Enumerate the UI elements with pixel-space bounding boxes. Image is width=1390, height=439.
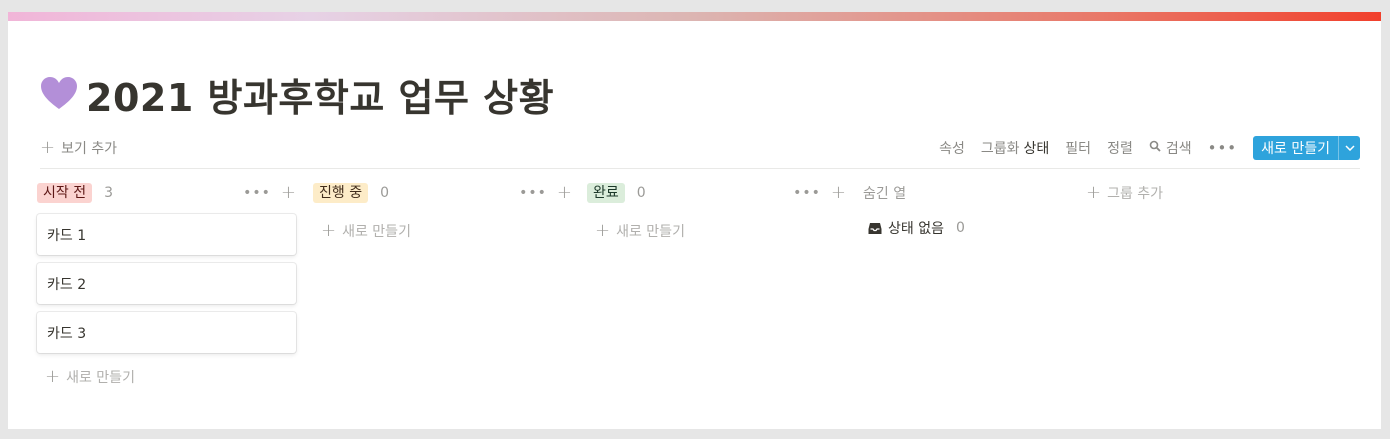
new-card-label: 새로 만들기 bbox=[616, 224, 685, 240]
chevron-down-icon[interactable] bbox=[1338, 136, 1360, 160]
new-card-button[interactable]: + 새로 만들기 bbox=[587, 217, 846, 245]
board-column-in-progress: 진행 중 0 ••• + + 새로 만들기 bbox=[313, 180, 572, 245]
group-by-value: 상태 bbox=[1023, 141, 1050, 157]
add-group-label: 그룹 추가 bbox=[1107, 186, 1164, 202]
new-button-group: 새로 만들기 bbox=[1253, 136, 1360, 160]
plus-icon: + bbox=[595, 220, 611, 241]
search-icon bbox=[1149, 140, 1161, 156]
column-more-icon[interactable]: ••• bbox=[519, 185, 547, 201]
new-card-button[interactable]: + 새로 만들기 bbox=[37, 363, 296, 391]
new-card-label: 새로 만들기 bbox=[66, 370, 135, 386]
column-count: 3 bbox=[104, 185, 114, 201]
board-column-not-started: 시작 전 3 ••• + 카드 1 카드 2 카드 3 + 새로 만들기 bbox=[37, 180, 296, 391]
hidden-columns-section: 숨긴 열 상태 없음 0 bbox=[863, 180, 1083, 238]
purple-heart-icon[interactable] bbox=[40, 76, 78, 112]
column-more-icon[interactable]: ••• bbox=[793, 185, 821, 201]
status-tag[interactable]: 시작 전 bbox=[37, 183, 93, 203]
column-header: 완료 0 ••• + bbox=[587, 180, 846, 206]
cover-banner bbox=[8, 12, 1381, 21]
column-add-icon[interactable]: + bbox=[831, 184, 846, 202]
new-button[interactable]: 새로 만들기 bbox=[1253, 136, 1338, 160]
hidden-columns-title: 숨긴 열 bbox=[863, 186, 907, 202]
view-toolbar: + 보기 추가 속성 그룹화 상태 필터 정렬 검색 ••• 새로 만들기 bbox=[40, 134, 1360, 162]
toolbar-actions: 속성 그룹화 상태 필터 정렬 검색 ••• 새로 만들기 bbox=[939, 136, 1360, 160]
sort-button[interactable]: 정렬 bbox=[1107, 138, 1133, 158]
board-card[interactable]: 카드 3 bbox=[37, 312, 296, 353]
group-by-button[interactable]: 그룹화 상태 bbox=[981, 138, 1049, 158]
search-button[interactable]: 검색 bbox=[1149, 138, 1192, 158]
column-header: 시작 전 3 ••• + bbox=[37, 180, 296, 206]
column-count: 0 bbox=[636, 185, 646, 201]
status-tag[interactable]: 완료 bbox=[587, 183, 625, 203]
inbox-icon bbox=[868, 222, 882, 235]
board-card[interactable]: 카드 2 bbox=[37, 263, 296, 304]
more-options-icon[interactable]: ••• bbox=[1208, 139, 1238, 157]
board-card[interactable]: 카드 1 bbox=[37, 214, 296, 255]
board-column-done: 완료 0 ••• + + 새로 만들기 bbox=[587, 180, 846, 245]
page: 2021 방과후학교 업무 상황 + 보기 추가 속성 그룹화 상태 필터 정렬 … bbox=[8, 12, 1381, 429]
plus-icon: + bbox=[321, 220, 337, 241]
add-group-button[interactable]: + 그룹 추가 bbox=[1086, 180, 1163, 206]
column-count: 0 bbox=[380, 185, 390, 201]
properties-button[interactable]: 속성 bbox=[939, 138, 965, 158]
add-view-button[interactable]: + 보기 추가 bbox=[40, 138, 117, 158]
column-more-icon[interactable]: ••• bbox=[243, 185, 271, 201]
page-title[interactable]: 2021 방과후학교 업무 상황 bbox=[86, 67, 554, 122]
no-status-label: 상태 없음 bbox=[888, 221, 944, 237]
new-card-button[interactable]: + 새로 만들기 bbox=[313, 217, 572, 245]
plus-icon: + bbox=[1086, 182, 1102, 203]
plus-icon: + bbox=[45, 366, 61, 387]
add-view-label: 보기 추가 bbox=[61, 141, 118, 157]
new-card-label: 새로 만들기 bbox=[342, 224, 411, 240]
status-tag[interactable]: 진행 중 bbox=[313, 183, 369, 203]
no-status-count: 0 bbox=[955, 220, 965, 236]
no-status-group[interactable]: 상태 없음 0 bbox=[868, 218, 1083, 238]
filter-button[interactable]: 필터 bbox=[1065, 138, 1091, 158]
toolbar-divider bbox=[40, 168, 1360, 169]
plus-icon: + bbox=[40, 137, 56, 158]
search-label: 검색 bbox=[1165, 141, 1192, 157]
title-row: 2021 방과후학교 업무 상황 bbox=[40, 70, 554, 120]
column-header: 진행 중 0 ••• + bbox=[313, 180, 572, 206]
group-by-label: 그룹화 bbox=[980, 141, 1020, 157]
column-add-icon[interactable]: + bbox=[557, 184, 572, 202]
column-add-icon[interactable]: + bbox=[281, 184, 296, 202]
